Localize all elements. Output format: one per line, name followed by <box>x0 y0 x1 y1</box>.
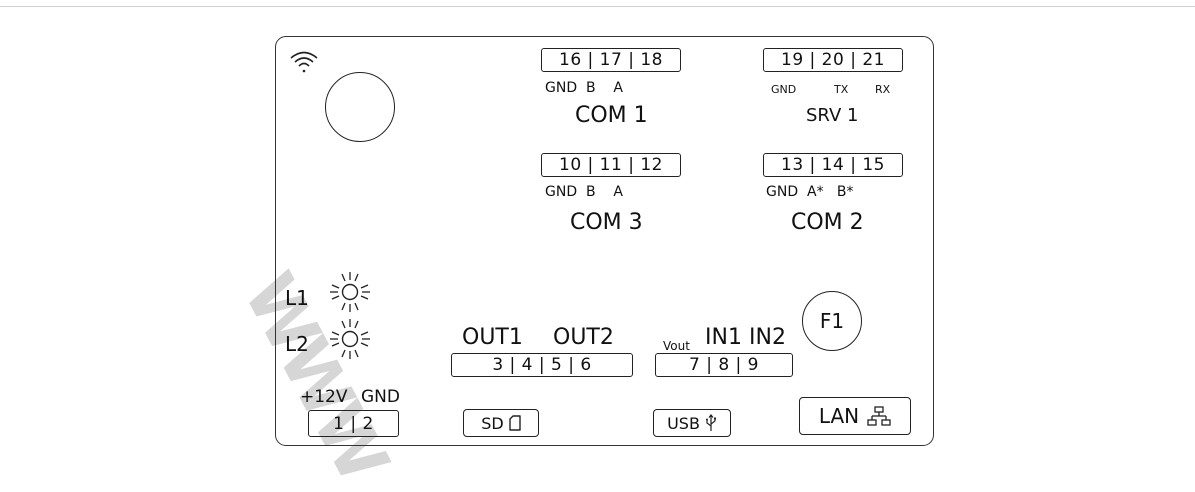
power-pin-numbers: 1 | 2 <box>333 413 374 434</box>
usb-label: USB <box>667 413 700 433</box>
inputs-pin-numbers: 7 | 8 | 9 <box>688 355 760 375</box>
in1-label: IN1 <box>705 325 742 350</box>
antenna-socket <box>325 72 395 142</box>
led-l1-light-icon <box>330 272 370 312</box>
srv1-rx-label: RX <box>875 83 891 96</box>
sd-card-slot[interactable]: SD <box>463 409 539 437</box>
com1-signal-labels: GND B A <box>545 80 623 96</box>
com1-pin-numbers: 16 | 17 | 18 <box>559 50 663 70</box>
usb-icon <box>705 414 716 431</box>
com3-terminal-block: 10 | 11 | 12 <box>541 153 681 177</box>
out1-label: OUT1 <box>462 325 523 350</box>
power-terminal-block: 1 | 2 <box>308 410 399 437</box>
f1-button-label: F1 <box>819 309 845 333</box>
sd-label: SD <box>481 413 504 433</box>
inputs-terminal-block: 7 | 8 | 9 <box>655 353 793 377</box>
outputs-pin-numbers: 3 | 4 | 5 | 6 <box>492 355 592 375</box>
com3-pin-numbers: 10 | 11 | 12 <box>559 155 663 175</box>
f1-button[interactable]: F1 <box>802 291 862 351</box>
vout-label: Vout <box>663 339 690 353</box>
srv1-tx-label: TX <box>834 83 849 96</box>
in2-label: IN2 <box>749 325 786 350</box>
usb-port[interactable]: USB <box>653 409 731 437</box>
com2-label: COM 2 <box>791 210 864 235</box>
sd-card-icon <box>509 415 521 431</box>
top-divider <box>0 6 1195 7</box>
com3-label: COM 3 <box>570 210 643 235</box>
srv1-pin-numbers: 19 | 20 | 21 <box>781 50 885 70</box>
led-l1-label: L1 <box>285 286 309 310</box>
com2-terminal-block: 13 | 14 | 15 <box>763 153 903 177</box>
srv1-gnd-label: GND <box>771 83 797 96</box>
out2-label: OUT2 <box>553 325 614 350</box>
outputs-terminal-block: 3 | 4 | 5 | 6 <box>451 353 633 377</box>
com1-terminal-block: 16 | 17 | 18 <box>541 48 681 72</box>
lan-label: LAN <box>818 404 860 428</box>
srv1-label: SRV 1 <box>806 105 859 126</box>
com2-signal-labels: GND A* B* <box>766 184 854 200</box>
power-gnd-label: GND <box>361 387 400 407</box>
wifi-icon <box>290 51 318 73</box>
led-l2-label: L2 <box>285 332 309 356</box>
com1-label: COM 1 <box>575 103 648 128</box>
srv1-terminal-block: 19 | 20 | 21 <box>763 48 903 72</box>
led-l2-light-icon <box>330 319 370 359</box>
com2-pin-numbers: 13 | 14 | 15 <box>781 155 885 175</box>
com3-signal-labels: GND B A <box>545 184 623 200</box>
lan-network-icon <box>867 406 891 426</box>
power-12v-label: +12V <box>300 387 348 407</box>
lan-port[interactable]: LAN <box>799 397 911 435</box>
